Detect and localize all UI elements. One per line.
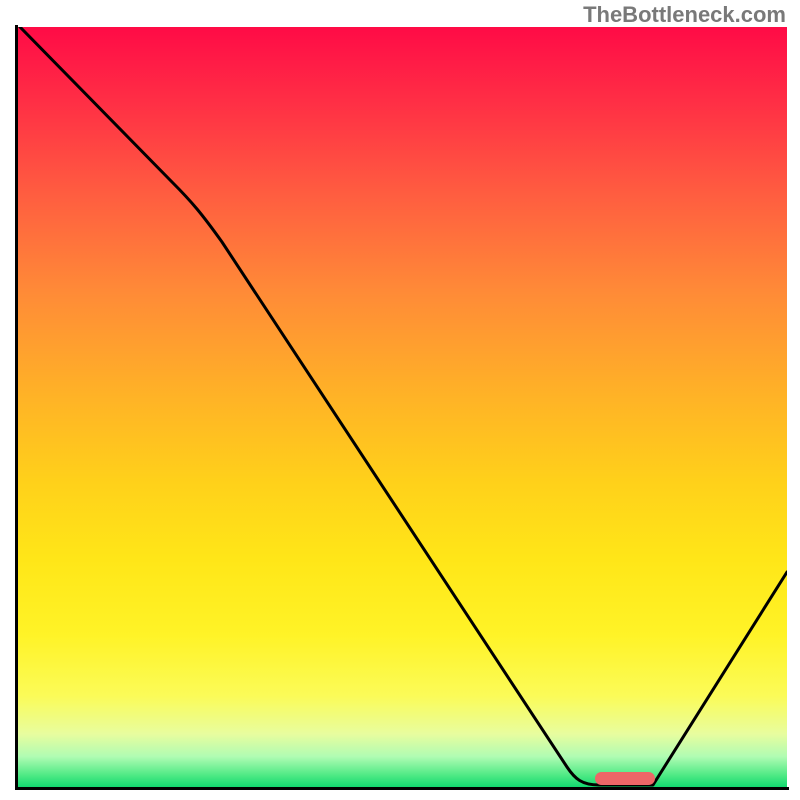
plot-area — [17, 27, 787, 787]
x-axis — [15, 787, 789, 790]
attribution-watermark: TheBottleneck.com — [583, 2, 786, 28]
chart-container: TheBottleneck.com — [0, 0, 800, 800]
optimal-zone-marker — [595, 772, 655, 785]
y-axis — [15, 25, 18, 789]
curve-path — [20, 27, 787, 785]
bottleneck-curve — [17, 27, 787, 787]
